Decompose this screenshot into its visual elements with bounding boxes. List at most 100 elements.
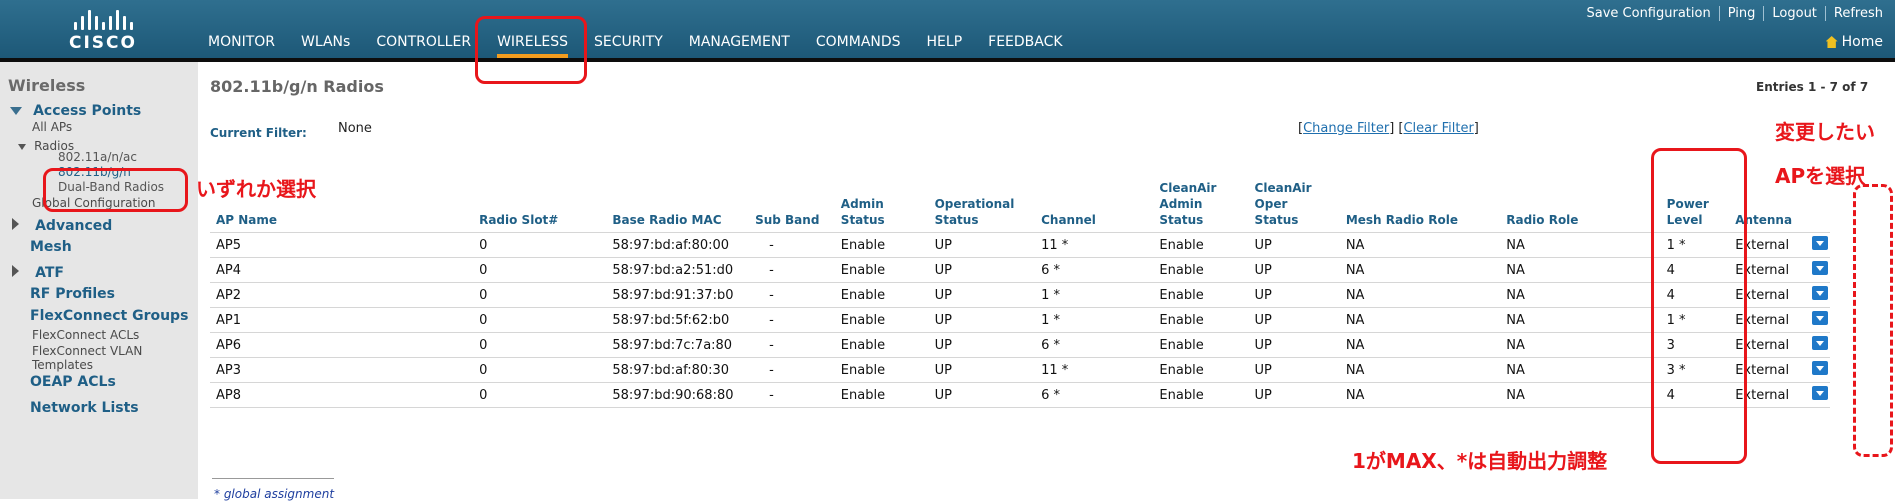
- logout-link[interactable]: Logout: [1764, 6, 1826, 21]
- table-cell: 58:97:bd:af:80:30: [606, 357, 750, 383]
- sidebar-item-flexconnect-groups[interactable]: FlexConnect Groups: [30, 308, 188, 324]
- row-dropdown-button[interactable]: [1812, 336, 1828, 350]
- nav-commands[interactable]: COMMANDS: [816, 34, 901, 58]
- row-action-cell: [1806, 357, 1830, 383]
- nav-help[interactable]: HELP: [927, 34, 963, 58]
- sidebar-item-radio-a[interactable]: 802.11a/n/ac: [58, 150, 137, 164]
- sidebar-item-flexconnect-vlan[interactable]: FlexConnect VLAN Templates: [32, 344, 142, 372]
- sidebar-item-advanced[interactable]: Advanced: [12, 215, 112, 234]
- table-cell: -: [749, 282, 835, 308]
- table-cell: NA: [1500, 257, 1661, 283]
- sidebar-item-flexconnect-acls[interactable]: FlexConnect ACLs: [32, 328, 139, 342]
- ping-link[interactable]: Ping: [1720, 6, 1765, 21]
- table-cell: UP: [1248, 232, 1340, 258]
- select-either-note: いずれか選択: [196, 177, 316, 201]
- table-cell: 0: [473, 357, 607, 383]
- table-cell: 0: [473, 332, 607, 358]
- table-cell: 0: [473, 232, 607, 258]
- wireless-highlight-box: [475, 16, 587, 84]
- sidebar-item-oeap-acls[interactable]: OEAP ACLs: [30, 374, 116, 390]
- table-cell: 11 *: [1035, 357, 1154, 383]
- ap-select-highlight-box: [1853, 184, 1893, 457]
- table-cell: -: [749, 357, 835, 383]
- table-cell: UP: [1248, 357, 1340, 383]
- sidebar-item-access-points[interactable]: Access Points: [10, 100, 141, 119]
- change-filter-link[interactable]: Change Filter: [1303, 121, 1389, 136]
- table-cell: AP6: [210, 332, 474, 358]
- sidebar-item-all-aps[interactable]: All APs: [32, 120, 72, 134]
- power-level-highlight-box: [1651, 148, 1747, 464]
- home-link[interactable]: Home: [1825, 34, 1883, 50]
- column-header: Operational Status: [934, 197, 1015, 227]
- sidebar-label: ATF: [35, 265, 64, 281]
- sidebar-item-atf[interactable]: ATF: [12, 262, 64, 281]
- nav-management[interactable]: MANAGEMENT: [689, 34, 790, 58]
- table-cell: NA: [1339, 232, 1501, 258]
- nav-monitor[interactable]: MONITOR: [208, 34, 275, 58]
- row-dropdown-button[interactable]: [1812, 261, 1828, 275]
- row-dropdown-button[interactable]: [1812, 311, 1828, 325]
- table-cell: AP1: [210, 307, 474, 333]
- row-dropdown-button[interactable]: [1812, 361, 1828, 375]
- column-header: Radio Role: [1506, 213, 1579, 227]
- table-cell: NA: [1339, 382, 1501, 408]
- table-cell: UP: [1248, 382, 1340, 408]
- nav-controller[interactable]: CONTROLLER: [376, 34, 471, 58]
- table-row: AP8 0 58:97:bd:90:68:80- Enable UP 6 * Enable U…: [210, 382, 1830, 408]
- table-cell: 58:97:bd:a2:51:d0: [606, 257, 750, 283]
- row-dropdown-button[interactable]: [1812, 286, 1828, 300]
- nav-security[interactable]: SECURITY: [594, 34, 663, 58]
- power-level-note: 1がMAX、*は自動出力調整: [1352, 449, 1608, 473]
- collapsed-arrow-icon: [12, 265, 19, 277]
- sidebar-item-network-lists[interactable]: Network Lists: [30, 400, 139, 416]
- table-cell: UP: [928, 357, 1036, 383]
- footnote-divider: [212, 478, 334, 479]
- home-icon: [1825, 36, 1838, 48]
- table-cell: 58:97:bd:90:68:80: [606, 382, 750, 408]
- table-cell: Enable: [834, 382, 929, 408]
- sidebar-label: Templates: [32, 358, 94, 372]
- sidebar-label: Advanced: [35, 218, 113, 234]
- column-header: Admin Status: [840, 197, 885, 227]
- table-cell: UP: [928, 307, 1036, 333]
- table-cell: NA: [1339, 357, 1501, 383]
- sidebar-item-mesh[interactable]: Mesh: [30, 239, 72, 255]
- row-action-cell: [1806, 257, 1830, 283]
- table-cell: 58:97:bd:5f:62:b0: [606, 307, 750, 333]
- cisco-logo-text: CISCO: [69, 33, 137, 53]
- table-cell: UP: [928, 257, 1036, 283]
- collapsed-arrow-icon: [12, 218, 19, 230]
- row-dropdown-button[interactable]: [1812, 236, 1828, 250]
- table-body: AP5 0 58:97:bd:af:80:00- Enable UP 11 * Enable…: [210, 232, 1830, 408]
- table-row: AP4 0 58:97:bd:a2:51:d0- Enable UP 6 * Enable U…: [210, 257, 1830, 283]
- table-cell: Enable: [1153, 382, 1249, 408]
- table-cell: 6 *: [1035, 382, 1154, 408]
- table-cell: -: [749, 332, 835, 358]
- table-cell: NA: [1500, 382, 1661, 408]
- table-cell: UP: [1248, 307, 1340, 333]
- table-header-row: AP Name Radio Slot# Base Radio MAC Sub B…: [210, 180, 1830, 233]
- table-cell: AP5: [210, 232, 474, 258]
- select-ap-note: APを選択: [1775, 164, 1866, 188]
- table-cell: 0: [473, 382, 607, 408]
- column-header: CleanAir Admin Status: [1159, 181, 1217, 227]
- row-action-cell: [1806, 307, 1830, 333]
- table-cell: -: [749, 382, 835, 408]
- table-cell: NA: [1500, 332, 1661, 358]
- nav-feedback[interactable]: FEEDBACK: [988, 34, 1062, 58]
- table-cell: 6 *: [1035, 257, 1154, 283]
- save-configuration-link[interactable]: Save Configuration: [1579, 6, 1720, 21]
- cisco-logo: CISCO: [58, 8, 148, 54]
- sidebar-item-rf-profiles[interactable]: RF Profiles: [30, 286, 115, 302]
- table-cell: 58:97:bd:91:37:b0: [606, 282, 750, 308]
- clear-filter-link[interactable]: Clear Filter: [1403, 121, 1473, 136]
- row-dropdown-button[interactable]: [1812, 386, 1828, 400]
- table-cell: 1 *: [1035, 307, 1154, 333]
- table-cell: AP2: [210, 282, 474, 308]
- refresh-link[interactable]: Refresh: [1826, 6, 1883, 21]
- table-cell: Enable: [834, 257, 929, 283]
- table-cell: AP8: [210, 382, 474, 408]
- table-cell: NA: [1500, 232, 1661, 258]
- nav-wlans[interactable]: WLANs: [301, 34, 350, 58]
- table-cell: 0: [473, 282, 607, 308]
